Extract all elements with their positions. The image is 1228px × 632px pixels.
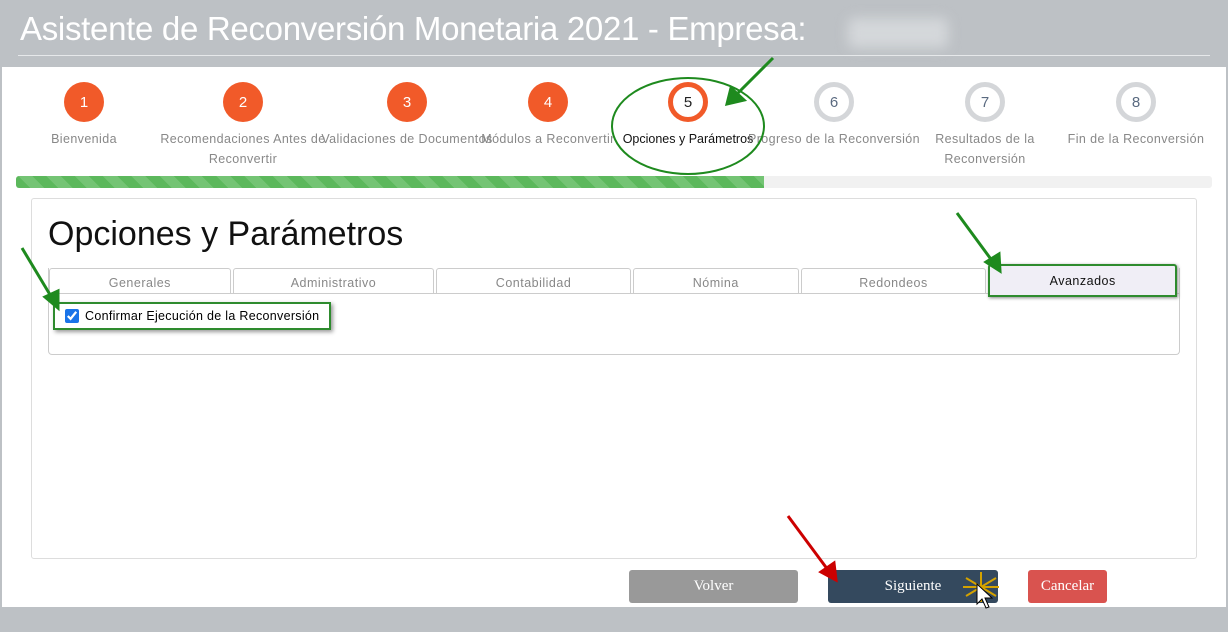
- header-divider: [18, 55, 1210, 56]
- company-name-redacted: [848, 18, 948, 48]
- wizard-step-1: 1 Bienvenida: [0, 82, 174, 149]
- wizard-step-8: 8 Fin de la Reconversión: [1046, 82, 1226, 149]
- tab-contabilidad[interactable]: Contabilidad: [436, 268, 631, 293]
- cancel-button[interactable]: Cancelar: [1028, 570, 1107, 603]
- confirm-execution-option[interactable]: Confirmar Ejecución de la Reconversión: [53, 302, 332, 330]
- next-button[interactable]: Siguiente: [828, 570, 998, 603]
- wizard-title: Asistente de Reconversión Monetaria 2021…: [20, 10, 807, 47]
- tab-nomina[interactable]: Nómina: [632, 268, 799, 293]
- confirm-execution-checkbox[interactable]: [65, 309, 79, 323]
- progress-bar: [16, 176, 1212, 188]
- tab-avanzados[interactable]: Avanzados: [988, 264, 1177, 297]
- step-number-circle: 7: [965, 82, 1005, 122]
- wizard-panel: 1 Bienvenida 2 Recomendaciones Antes de Rec…: [2, 67, 1226, 607]
- step-number-circle: 3: [387, 82, 427, 122]
- step-number-circle: 8: [1116, 82, 1156, 122]
- back-button[interactable]: Volver: [629, 570, 798, 603]
- step-number-circle: 5: [668, 82, 708, 122]
- step-number-circle: 1: [64, 82, 104, 122]
- tab-panel: Generales Administrativo Contabilidad Nó…: [48, 264, 1180, 355]
- step-label: Recomendaciones Antes de Reconvertir: [160, 132, 326, 166]
- tab-redondeos[interactable]: Redondeos: [800, 268, 987, 293]
- step-number-circle: 2: [223, 82, 263, 122]
- page-title: Opciones y Parámetros: [48, 215, 404, 253]
- step-number-circle: 4: [528, 82, 568, 122]
- tab-generales[interactable]: Generales: [49, 268, 231, 293]
- wizard-step-2: 2 Recomendaciones Antes de Reconvertir: [153, 82, 333, 169]
- step-number-circle: 6: [814, 82, 854, 122]
- tab-administrativo[interactable]: Administrativo: [232, 268, 435, 293]
- step-label: Fin de la Reconversión: [1067, 132, 1205, 146]
- options-card: Opciones y Parámetros Generales Administ…: [31, 198, 1197, 559]
- confirm-execution-label: Confirmar Ejecución de la Reconversión: [85, 309, 320, 323]
- progress-fill: [16, 176, 764, 188]
- step-label: Bienvenida: [51, 132, 117, 146]
